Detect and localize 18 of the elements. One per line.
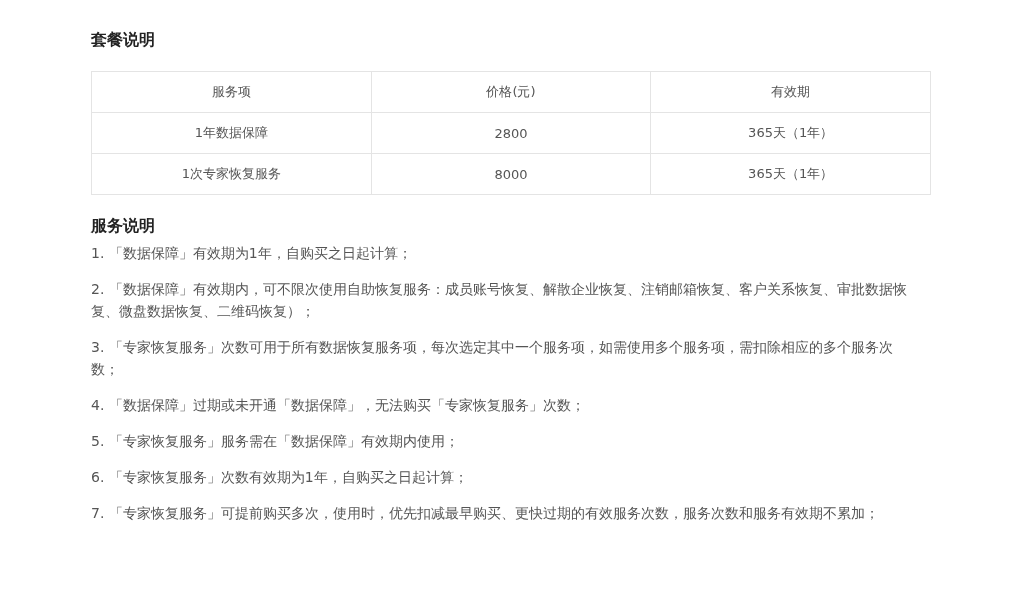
note-paragraph: 1. 「数据保障」有效期为1年，自购买之日起计算； (91, 244, 413, 263)
column-header: 服务项 (91, 71, 372, 113)
column-header: 有效期 (650, 71, 931, 113)
column-header: 价格(元) (371, 71, 651, 113)
note-paragraph: 2. 「数据保障」有效期内，可不限次使用自助恢复服务：成员账号恢复、解散企业恢复、注销邮箱恢复、客户关系恢复、审批数据恢复、微盘数据恢复、二维码恢复）； (91, 280, 908, 321)
table-cell: 365天（1年） (650, 112, 931, 154)
section-heading: 套餐说明 (91, 29, 156, 51)
note-paragraph: 4. 「数据保障」过期或未开通「数据保障」，无法购买「专家恢复服务」次数； (91, 396, 586, 415)
section-heading: 服务说明 (91, 215, 156, 237)
table-cell: 1次专家恢复服务 (91, 153, 372, 195)
note-paragraph: 6. 「专家恢复服务」次数有效期为1年，自购买之日起计算； (91, 468, 469, 487)
note-paragraph: 7. 「专家恢复服务」可提前购买多次，使用时，优先扣减最早购买、更快过期的有效服务次数，服务次数和服务有效期不累加； (91, 504, 880, 523)
table-cell: 2800 (371, 112, 651, 154)
note-paragraph: 3. 「专家恢复服务」次数可用于所有数据恢复服务项，每次选定其中一个服务项，如需使用多个服务项，需扣除相应的多个服务次数； (91, 338, 894, 379)
table-cell: 1年数据保障 (91, 112, 372, 154)
note-paragraph: 5. 「专家恢复服务」服务需在「数据保障」有效期内使用； (91, 432, 460, 451)
table-cell: 365天（1年） (650, 153, 931, 195)
table-cell: 8000 (371, 153, 651, 195)
